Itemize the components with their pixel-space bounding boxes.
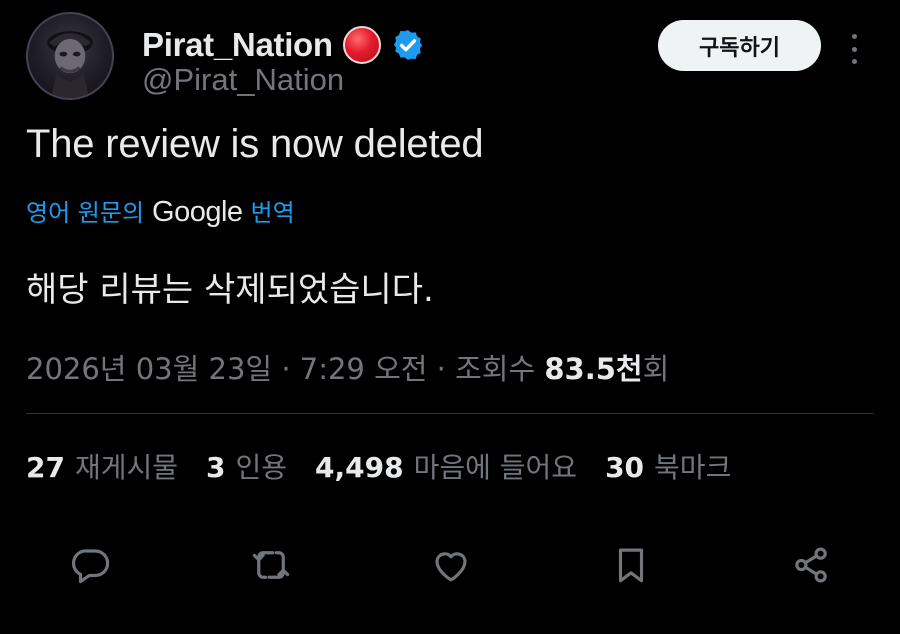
- likes-label: 마음에 들어요: [413, 451, 578, 484]
- reply-icon: [71, 549, 110, 584]
- avatar-image: [47, 31, 93, 98]
- reposts-count: 27: [26, 451, 65, 484]
- views-count: 83.5천: [544, 352, 643, 386]
- more-dot: [851, 46, 857, 52]
- reposts-stat[interactable]: 27 재게시물: [26, 446, 178, 486]
- tweet-text: The review is now deleted: [26, 122, 484, 166]
- share-icon: [795, 547, 827, 583]
- bookmarks-count: 30: [605, 451, 645, 484]
- likes-stat[interactable]: 4,498 마음에 들어요: [315, 446, 577, 486]
- quotes-label: 인용: [235, 451, 288, 484]
- translated-text: 해당 리뷰는 삭제되었습니다.: [26, 270, 434, 310]
- share-button[interactable]: [786, 540, 836, 590]
- divider: [26, 413, 874, 414]
- views-label: 조회수: [455, 352, 536, 386]
- engagement-stats: 27 재게시물 3 인용 4,498 마음에 들어요 30 북마크: [26, 446, 731, 486]
- more-vertical-icon[interactable]: [848, 34, 860, 64]
- bookmark-icon: [618, 548, 644, 583]
- translation-suffix: 번역: [250, 199, 295, 227]
- bookmark-button[interactable]: [606, 540, 656, 590]
- action-bar: [66, 540, 846, 590]
- repost-button[interactable]: [246, 540, 296, 590]
- tweet-meta: 2026년 03월 23일 · 7:29 오전 · 조회수 83.5천회: [26, 346, 669, 388]
- tweet-date[interactable]: 2026년 03월 23일: [26, 352, 272, 386]
- bookmarks-label: 북마크: [654, 451, 732, 484]
- likes-count: 4,498: [315, 451, 404, 484]
- like-button[interactable]: [426, 540, 476, 590]
- reposts-label: 재게시물: [74, 451, 179, 484]
- more-dot: [851, 59, 857, 64]
- quotes-stat[interactable]: 3 인용: [206, 446, 287, 486]
- verified-badge-icon: [393, 30, 422, 60]
- name-row: Pirat_Nation: [142, 26, 425, 64]
- tweet-header: Pirat_Nation @Pirat_Nation 구독하기: [26, 12, 876, 102]
- red-circle-icon: [342, 26, 381, 64]
- meta-separator: ·: [281, 352, 291, 386]
- google-logo: Google: [152, 196, 243, 228]
- meta-separator: ·: [436, 352, 446, 386]
- views-suffix: 회: [642, 352, 670, 386]
- subscribe-button[interactable]: 구독하기: [658, 20, 821, 71]
- translation-prefix: 영어 원문의: [26, 199, 145, 227]
- user-handle[interactable]: @Pirat_Nation: [142, 62, 344, 98]
- display-name[interactable]: Pirat_Nation: [142, 26, 333, 64]
- translation-attribution[interactable]: 영어 원문의 Google 번역: [26, 193, 295, 229]
- bookmarks-stat[interactable]: 30 북마크: [605, 446, 731, 486]
- quotes-count: 3: [206, 451, 226, 484]
- reply-button[interactable]: [66, 540, 116, 590]
- like-icon: [435, 552, 467, 582]
- avatar[interactable]: [26, 12, 114, 100]
- repost-icon: [252, 551, 290, 579]
- more-dot: [851, 34, 857, 39]
- tweet-time[interactable]: 7:29 오전: [300, 352, 428, 386]
